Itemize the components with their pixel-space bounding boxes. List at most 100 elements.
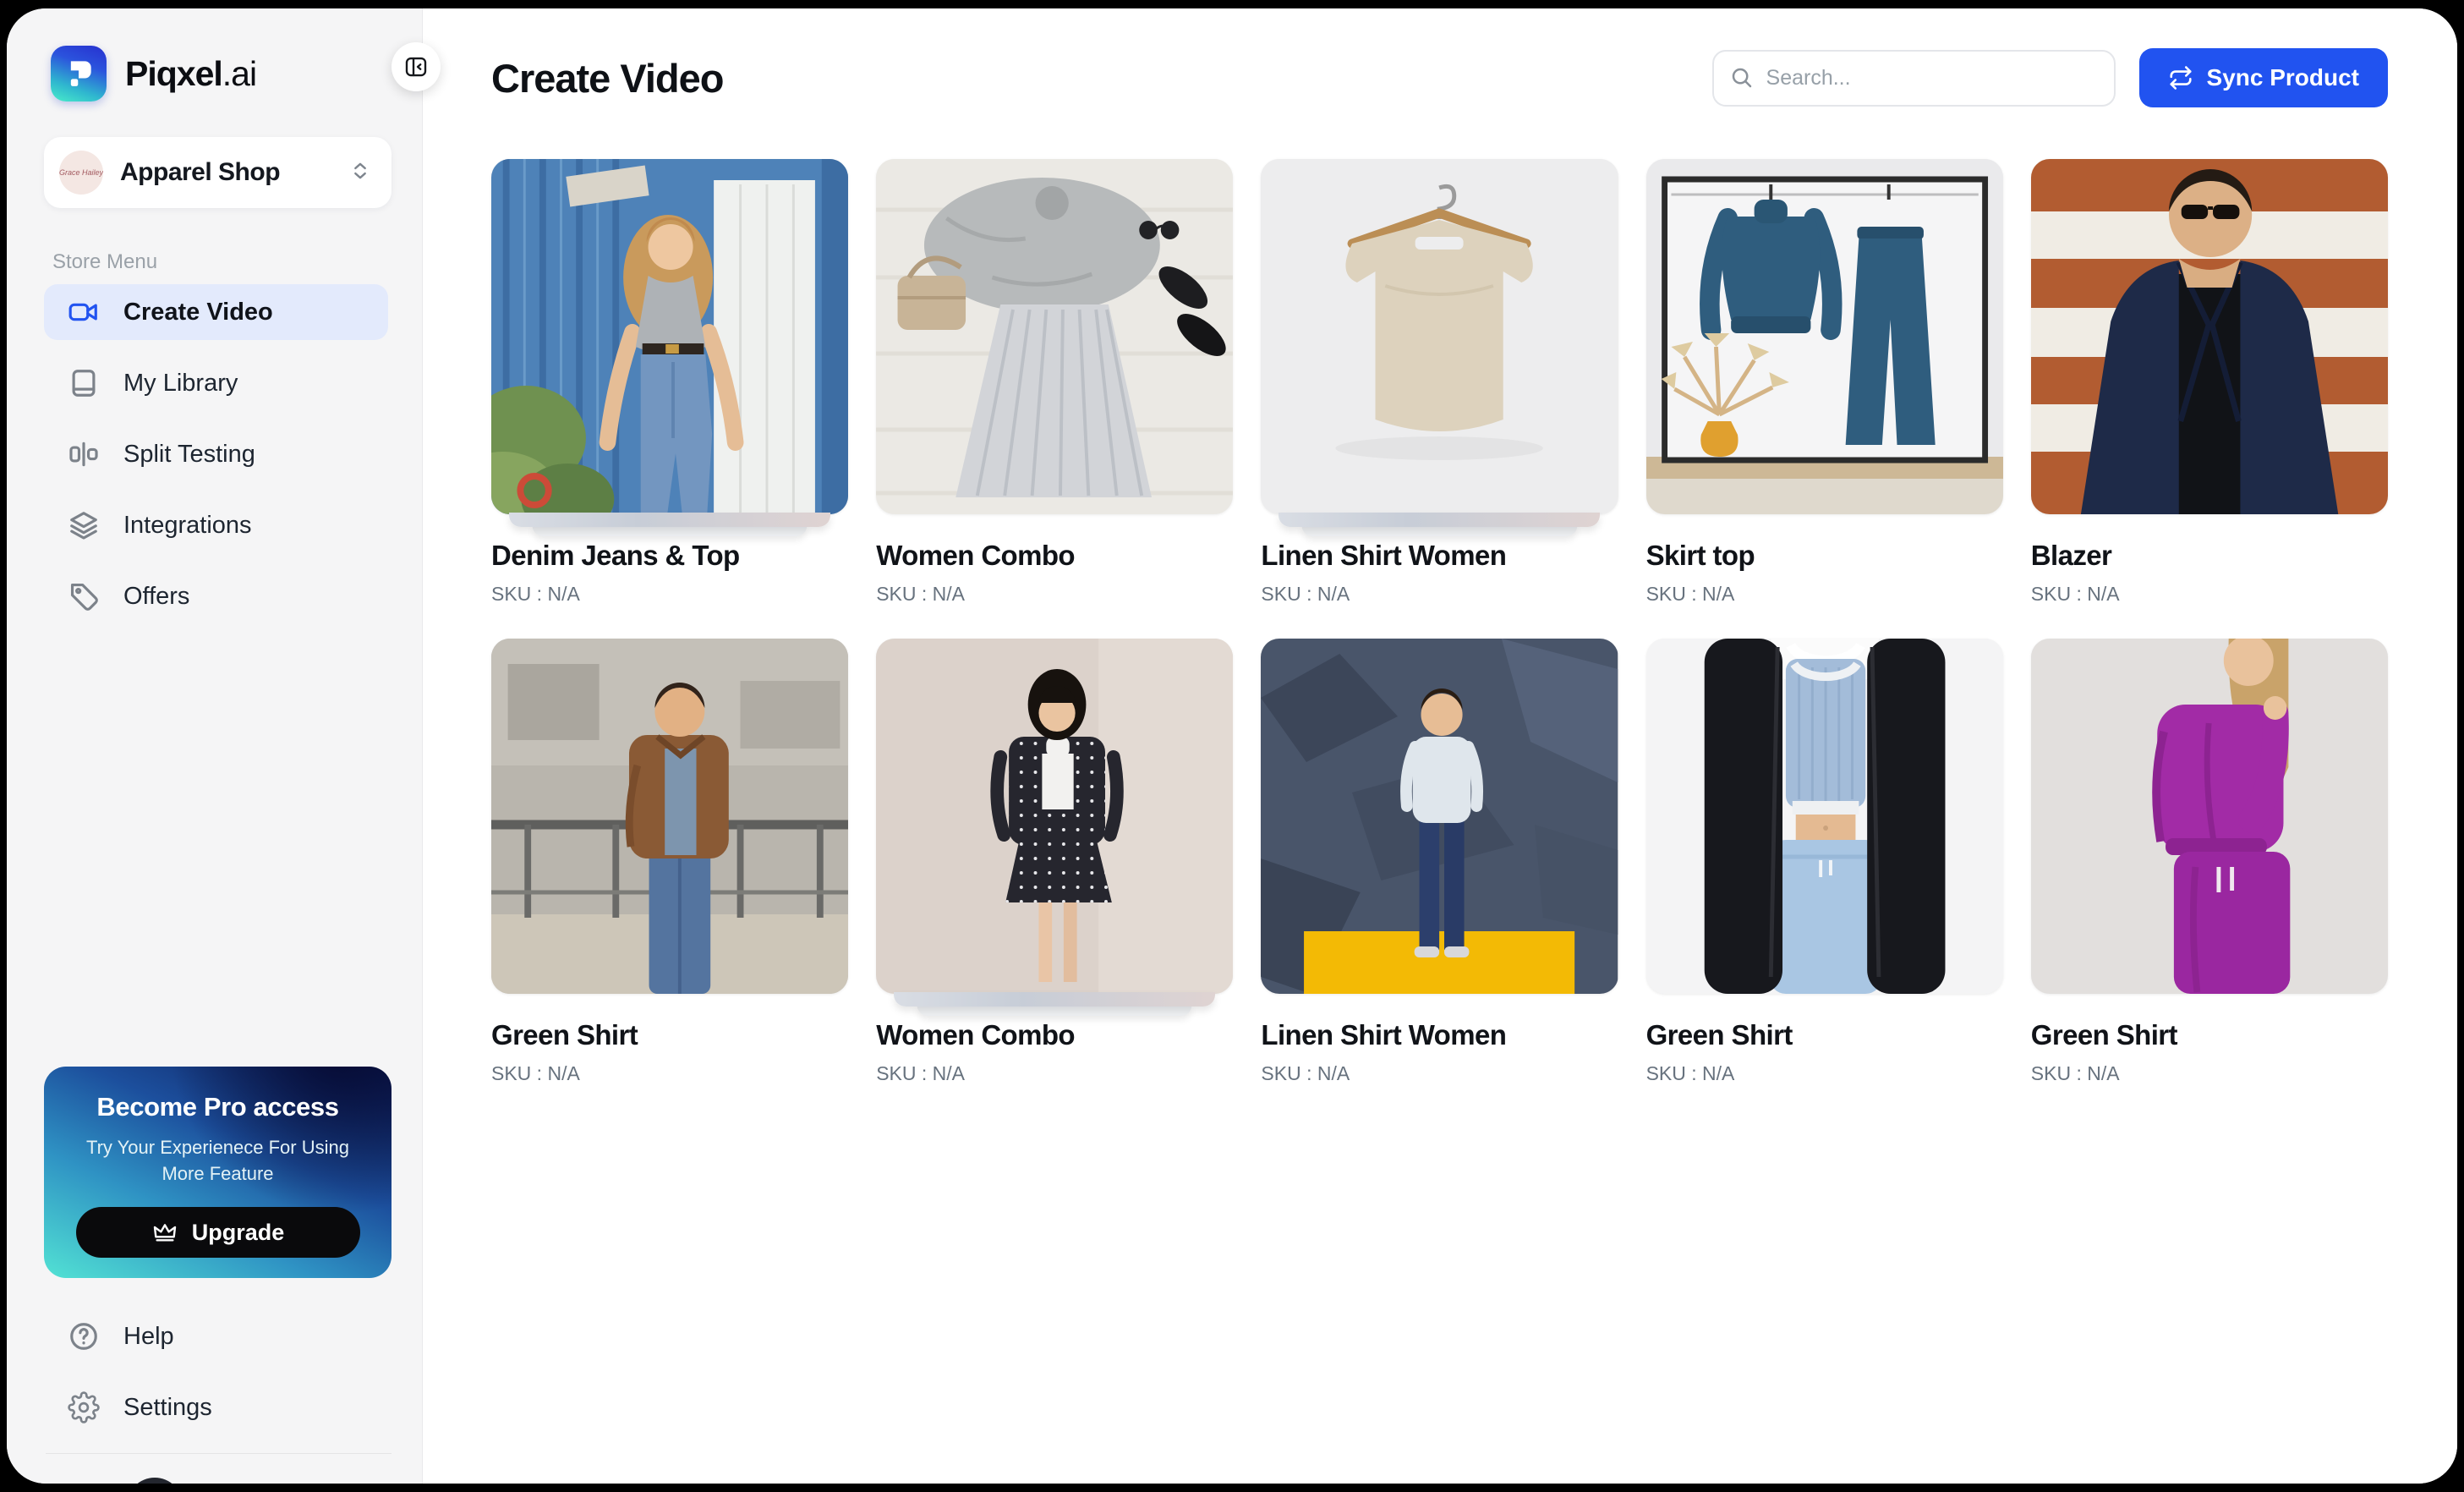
upgrade-button-label: Upgrade [192, 1220, 285, 1246]
product-card[interactable]: Green Shirt SKU : N/A [491, 639, 848, 1085]
teal-skirt-top-frame-photo[interactable] [1646, 159, 2003, 514]
sidebar-item-split-testing[interactable]: Split Testing [44, 426, 388, 482]
sidebar-item-offers[interactable]: Offers [44, 568, 388, 624]
crown-icon [151, 1219, 178, 1246]
product-card[interactable]: Denim Jeans & Top SKU : N/A [491, 159, 848, 606]
collapse-sidebar-button[interactable] [392, 42, 441, 91]
layers-icon [68, 509, 100, 541]
stacked-photo-edge [509, 513, 830, 527]
sidebar-item-label: Offers [123, 583, 189, 611]
product-grid: Denim Jeans & Top SKU : N/A Women Combo … [491, 159, 2388, 1085]
page-title: Create Video [491, 55, 723, 101]
store-menu: Create Video My Library Split Testing In… [44, 284, 388, 639]
black-jacket-blue-set-photo[interactable] [1646, 639, 2003, 994]
upgrade-button[interactable]: Upgrade [76, 1207, 360, 1258]
tag-icon [68, 580, 100, 612]
sidebar-item-help[interactable]: Help [44, 1308, 388, 1364]
pro-promo-card: Become Pro access Try Your Experienece F… [44, 1067, 392, 1278]
stacked-photo-edge [894, 992, 1215, 1007]
gear-icon [68, 1391, 100, 1423]
brand: Piqxel.ai [51, 46, 256, 101]
white-tee-yellow-mat-photo[interactable] [1261, 639, 1618, 994]
store-name: Apparel Shop [120, 158, 331, 187]
product-card[interactable]: Skirt top SKU : N/A [1646, 159, 2003, 606]
app-window: Piqxel.ai Grace Hailey Apparel Shop Stor… [7, 8, 2457, 1484]
product-title: Green Shirt [1646, 1019, 2003, 1051]
product-sku: SKU : N/A [1646, 583, 2003, 606]
product-image-wrap [491, 159, 848, 514]
store-avatar: Grace Hailey [59, 151, 103, 195]
header-actions: Sync Product [1712, 48, 2388, 107]
sync-product-button[interactable]: Sync Product [2139, 48, 2388, 107]
stacked-photo-edge [1279, 513, 1601, 527]
product-title: Green Shirt [2031, 1019, 2388, 1051]
product-sku: SKU : N/A [1646, 1062, 2003, 1085]
product-title: Women Combo [876, 1019, 1233, 1051]
product-title: Green Shirt [491, 1019, 848, 1051]
chevron-up-down-icon [348, 158, 373, 188]
product-image-wrap [876, 639, 1233, 994]
denim-jeans-top-photo[interactable] [491, 159, 848, 514]
polka-dot-combo-photo[interactable] [876, 639, 1233, 994]
sidebar-item-label: Integrations [123, 512, 252, 540]
product-title: Linen Shirt Women [1261, 540, 1618, 572]
purple-lounge-set-photo[interactable] [2031, 639, 2388, 994]
ab-split-icon [68, 438, 100, 470]
linen-shirt-hanger-photo[interactable] [1261, 159, 1618, 514]
sync-product-label: Sync Product [2207, 64, 2359, 91]
product-image-wrap [1261, 159, 1618, 514]
product-sku: SKU : N/A [2031, 1062, 2388, 1085]
sidebar-item-create-video[interactable]: Create Video [44, 284, 388, 340]
store-avatar-text: Grace Hailey [59, 168, 103, 177]
sidebar-divider [46, 1453, 392, 1454]
product-sku: SKU : N/A [491, 583, 848, 606]
brand-name: Piqxel.ai [125, 54, 256, 94]
product-sku: SKU : N/A [1261, 583, 1618, 606]
product-card[interactable]: Linen Shirt Women SKU : N/A [1261, 639, 1618, 1085]
sidebar-footer: Help Settings [44, 1308, 388, 1451]
product-card[interactable]: Women Combo SKU : N/A [876, 159, 1233, 606]
navy-blazer-man-photo[interactable] [2031, 159, 2388, 514]
product-image-wrap [1646, 639, 2003, 994]
sidebar-item-settings[interactable]: Settings [44, 1380, 388, 1435]
main-content: Create Video Sync Product Denim Jeans & … [423, 8, 2457, 1484]
sidebar-item-label: Help [123, 1323, 174, 1351]
sidebar-item-integrations[interactable]: Integrations [44, 497, 388, 553]
product-card[interactable]: Blazer SKU : N/A [2031, 159, 2388, 606]
user-avatar[interactable] [127, 1478, 183, 1484]
promo-subtitle: Try Your Experienece For Using More Feat… [85, 1134, 349, 1187]
product-card[interactable]: Women Combo SKU : N/A [876, 639, 1233, 1085]
product-image-wrap [1646, 159, 2003, 514]
product-sku: SKU : N/A [876, 583, 1233, 606]
product-image-wrap [876, 159, 1233, 514]
product-title: Skirt top [1646, 540, 2003, 572]
product-card[interactable]: Green Shirt SKU : N/A [1646, 639, 2003, 1085]
collapse-sidebar-icon [403, 54, 429, 80]
page-header: Create Video Sync Product [491, 47, 2388, 108]
store-selector[interactable]: Grace Hailey Apparel Shop [44, 137, 392, 208]
sidebar-item-my-library[interactable]: My Library [44, 355, 388, 411]
sidebar-item-label: Create Video [123, 299, 273, 326]
brand-name-suffix: .ai [222, 54, 256, 93]
search-input[interactable] [1712, 50, 2116, 107]
women-combo-flatlay-photo[interactable] [876, 159, 1233, 514]
product-title: Linen Shirt Women [1261, 1019, 1618, 1051]
promo-title: Become Pro access [68, 1092, 368, 1122]
brown-jacket-man-photo[interactable] [491, 639, 848, 994]
product-image-wrap [2031, 159, 2388, 514]
brand-name-bold: Piqxel [125, 54, 222, 93]
product-card[interactable]: Green Shirt SKU : N/A [2031, 639, 2388, 1085]
product-title: Women Combo [876, 540, 1233, 572]
product-image-wrap [491, 639, 848, 994]
product-sku: SKU : N/A [2031, 583, 2388, 606]
video-camera-icon [68, 296, 100, 328]
piqxel-logo [51, 46, 107, 101]
sidebar-item-label: Settings [123, 1394, 212, 1422]
product-sku: SKU : N/A [491, 1062, 848, 1085]
product-image-wrap [1261, 639, 1618, 994]
sidebar-item-label: My Library [123, 370, 238, 398]
sidebar-item-label: Split Testing [123, 441, 255, 469]
book-icon [68, 367, 100, 399]
product-card[interactable]: Linen Shirt Women SKU : N/A [1261, 159, 1618, 606]
search-box [1712, 50, 2116, 107]
